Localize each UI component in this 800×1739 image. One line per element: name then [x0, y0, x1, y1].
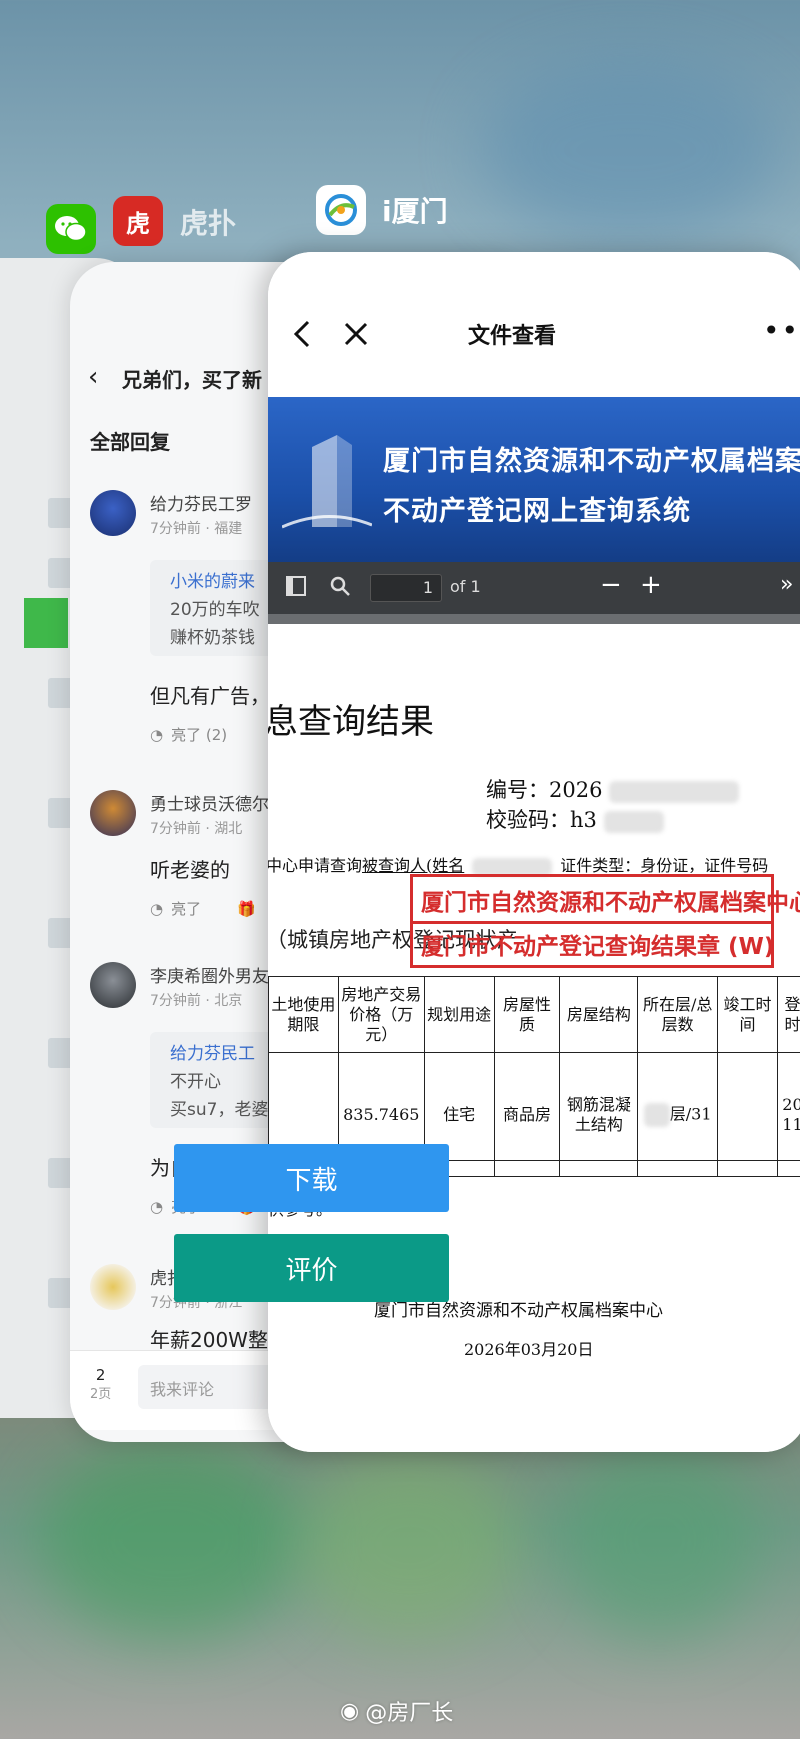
- table-cell: 商品房: [493, 1052, 561, 1177]
- table-header: 房地产交易价格（万元）: [337, 976, 425, 1053]
- background-blob: [560, 1440, 760, 1640]
- banner-line2: 不动产登记网上查询系统: [383, 496, 691, 527]
- weibo-icon: ◉: [340, 1698, 360, 1724]
- back-icon[interactable]: ‹: [88, 362, 98, 392]
- post-meta: 7分钟前 · 北京: [150, 993, 243, 1009]
- doc-text: 被查询人(姓名: [362, 856, 465, 875]
- ixiamen-app-name[interactable]: i厦门: [382, 190, 448, 230]
- pdf-document[interactable]: 息查询结果 编号：2026 校验码：h3 中心申请查询被查询人(姓名 证件类型：身…: [268, 624, 800, 1452]
- table-cell: 层/31: [637, 1052, 719, 1177]
- page-count: of 1: [450, 577, 481, 596]
- post-user[interactable]: 勇士球员沃德尔: [150, 790, 269, 815]
- more-icon[interactable]: •••: [763, 314, 800, 347]
- post-meta: 7分钟前 · 湖北: [150, 821, 243, 837]
- weibo-watermark: ◉ @房厂长: [340, 1695, 453, 1727]
- watermark-text: @房厂长: [365, 1701, 454, 1726]
- hupu-icon[interactable]: 虎: [113, 196, 163, 246]
- post-user[interactable]: 给力芬民工罗: [150, 490, 252, 515]
- doc-number-label: 编号：2026: [486, 778, 603, 802]
- gift-icon[interactable]: 🎁: [237, 900, 256, 918]
- floor-text: 层/31: [669, 1104, 712, 1123]
- table-header: 土地使用期限: [268, 976, 339, 1053]
- page-number: 2: [95, 1366, 106, 1384]
- doc-check-label: 校验码：h3: [486, 808, 597, 832]
- avatar[interactable]: [90, 962, 136, 1008]
- redaction: [472, 857, 553, 876]
- avatar[interactable]: [90, 490, 136, 536]
- hupu-app-name[interactable]: 虎扑: [180, 202, 236, 242]
- table-cell: [717, 1052, 778, 1177]
- doc-number: 编号：2026: [486, 774, 740, 804]
- close-icon[interactable]: [336, 314, 376, 354]
- table-cell: 20 11: [776, 1052, 800, 1177]
- wechat-icon[interactable]: [46, 204, 96, 254]
- like-label: 亮了: [171, 900, 202, 918]
- table-cell: 钢筋混凝土结构: [559, 1052, 639, 1177]
- page-indicator[interactable]: 2 2页: [90, 1365, 111, 1405]
- green-tag: [24, 598, 68, 648]
- like-label: 亮了 (2): [171, 726, 228, 744]
- table-header: 竣工时间: [717, 976, 778, 1053]
- download-button[interactable]: 下载: [174, 1144, 449, 1212]
- toolbar-shadow: [268, 614, 800, 624]
- banner-line1: 厦门市自然资源和不动产权属档案中心: [383, 446, 800, 477]
- post-user[interactable]: 李庚希圈外男友: [150, 962, 269, 987]
- doc-date: 2026年03月20日: [464, 1340, 594, 1359]
- table-header-row: 土地使用期限 房地产交易价格（万元） 规划用途 房屋性质 房屋结构 所在层/总层…: [268, 976, 800, 1053]
- doc-text: 中心申请查询: [268, 856, 363, 875]
- more-tools-button[interactable]: »: [780, 572, 793, 597]
- back-icon[interactable]: [286, 314, 316, 354]
- doc-heading: 息查询结果: [268, 702, 434, 742]
- page-title: 文件查看: [468, 324, 557, 349]
- stamp-text: 厦门市不动产登记查询结果章 (W): [421, 934, 775, 960]
- redaction: [643, 1102, 670, 1127]
- ixiamen-icon[interactable]: [316, 185, 366, 235]
- redaction: [609, 780, 740, 803]
- background-blob: [40, 1440, 300, 1640]
- table-header: 规划用途: [423, 976, 495, 1053]
- rate-button[interactable]: 评价: [174, 1234, 449, 1302]
- post-body: 年薪200W整: [150, 1328, 268, 1352]
- official-stamp: 厦门市自然资源和不动产权属档案中心 厦门市不动产登记查询结果章 (W): [410, 874, 800, 968]
- table-header: 房屋性质: [493, 976, 561, 1053]
- page-number-input[interactable]: 1: [370, 574, 442, 602]
- post-body: 但凡有广告，: [150, 684, 270, 708]
- sidebar-toggle-icon[interactable]: [286, 576, 306, 596]
- redaction: [603, 810, 664, 833]
- zoom-out-button[interactable]: −: [600, 570, 622, 600]
- pdf-toolbar: 1 of 1 − + »: [268, 562, 800, 614]
- doc-applicant-line: 中心申请查询被查询人(姓名 证件类型：身份证，证件号码: [268, 852, 768, 876]
- avatar[interactable]: [90, 790, 136, 836]
- section-title: 全部回复: [90, 430, 170, 454]
- like-button[interactable]: ◔ 亮了 (2): [150, 724, 227, 745]
- lightbulb-icon: ◔: [150, 1197, 164, 1216]
- avatar[interactable]: [90, 1264, 136, 1310]
- background-blob: [300, 1450, 520, 1640]
- table-header: 房屋结构: [559, 976, 639, 1053]
- search-icon[interactable]: [328, 574, 352, 602]
- stamp-divider: [413, 921, 771, 924]
- background-blob: [480, 60, 780, 240]
- table-header: 登时: [776, 976, 800, 1053]
- stamp-text: 厦门市自然资源和不动产权属档案中心: [421, 890, 800, 916]
- post-title: 兄弟们，买了新: [122, 368, 262, 392]
- post-body: 听老婆的: [150, 858, 230, 882]
- like-button[interactable]: ◔ 亮了 🎁: [150, 898, 256, 919]
- zoom-in-button[interactable]: +: [640, 570, 662, 600]
- lightbulb-icon: ◔: [150, 899, 164, 918]
- page-label: 2页: [90, 1387, 112, 1402]
- doc-text: 证件类型：身份证，证件号码: [560, 856, 769, 875]
- lightbulb-icon: ◔: [150, 725, 164, 744]
- system-banner: 厦门市自然资源和不动产权属档案中心 不动产登记网上查询系统: [268, 397, 800, 562]
- doc-check-code: 校验码：h3: [486, 804, 664, 834]
- building-logo-icon: [282, 435, 372, 529]
- table-header: 所在层/总层数: [637, 976, 719, 1053]
- post-meta: 7分钟前 · 福建: [150, 521, 243, 537]
- nav-bar: 文件查看 •••: [268, 252, 800, 397]
